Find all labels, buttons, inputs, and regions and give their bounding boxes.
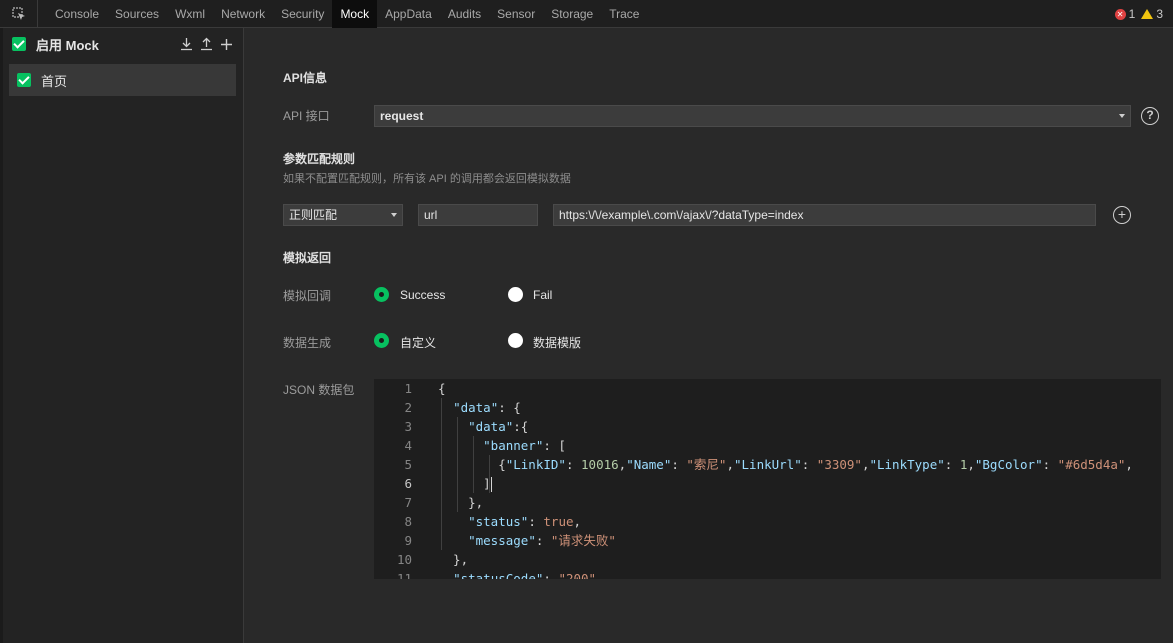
api-interface-select[interactable]: request: [374, 105, 1131, 127]
add-match-rule-icon[interactable]: +: [1113, 206, 1131, 224]
match-mode-select[interactable]: 正则匹配: [283, 204, 403, 226]
line-number: 8: [404, 514, 412, 529]
mock-rules-sidebar: 启用 Mock 首页: [0, 28, 244, 643]
match-key-input[interactable]: url: [418, 204, 538, 226]
callback-fail-label: Fail: [533, 288, 553, 302]
generate-custom-label: 自定义: [400, 336, 437, 350]
match-value-input[interactable]: https:\/\/example\.com\/ajax\/?dataType=…: [553, 204, 1096, 226]
warning-count-badge[interactable]: 3: [1141, 7, 1163, 21]
inspect-element-icon[interactable]: [0, 0, 38, 28]
tab-sensor[interactable]: Sensor: [489, 0, 543, 28]
tab-mock[interactable]: Mock: [332, 0, 378, 28]
code-line: {"LinkID": 10016,"Name": "索尼","LinkUrl":…: [438, 457, 1133, 472]
line-number: 5: [404, 457, 412, 472]
tab-storage[interactable]: Storage: [543, 0, 601, 28]
tab-audits[interactable]: Audits: [440, 0, 489, 28]
rule-enabled-checkbox[interactable]: [17, 73, 31, 87]
tab-wxml[interactable]: Wxml: [167, 0, 213, 28]
code-line: "status": true,: [468, 514, 582, 529]
generate-template-label: 数据模版: [533, 336, 582, 350]
match-rule-hint: 如果不配置匹配规则，所有该 API 的调用都会返回模拟数据: [283, 173, 571, 185]
code-line: },: [438, 552, 469, 567]
json-data-label: JSON 数据包: [283, 383, 355, 397]
line-number: 11: [396, 571, 412, 579]
line-number: 6: [404, 476, 412, 491]
generate-template-radio[interactable]: [508, 333, 523, 348]
import-icon[interactable]: [178, 35, 194, 53]
generate-custom-radio[interactable]: [374, 333, 389, 348]
warning-icon: [1141, 9, 1154, 19]
code-line: },: [438, 495, 484, 510]
match-rule-title: 参数匹配规则: [283, 152, 356, 166]
panel-edge: [0, 28, 3, 643]
line-number: 9: [404, 533, 412, 548]
callback-label: 模拟回调: [283, 289, 332, 303]
error-count-badge[interactable]: ✕ 1: [1114, 7, 1135, 21]
mock-rule-editor: API信息 API 接口 request ? 参数匹配规则 如果不配置匹配规则，…: [245, 28, 1173, 643]
text-cursor: [490, 477, 492, 492]
tab-sources[interactable]: Sources: [107, 0, 167, 28]
line-number: 2: [404, 400, 412, 415]
chevron-down-icon: [1119, 114, 1125, 118]
add-rule-icon[interactable]: [218, 35, 234, 53]
error-icon: ✕: [1114, 8, 1126, 20]
line-number-gutter: 1 2 3 4 5 6 7 8 9 10 11: [374, 379, 422, 579]
code-line: "banner": [: [483, 438, 566, 453]
devtools-tab-bar: Console Sources Wxml Network Security Mock App…: [0, 0, 1173, 28]
callback-success-radio[interactable]: [374, 287, 389, 302]
callback-fail-radio[interactable]: [508, 287, 523, 302]
code-line: "data": {: [453, 400, 521, 415]
line-number: 10: [396, 552, 412, 567]
mock-return-title: 模拟返回: [283, 251, 332, 265]
export-icon[interactable]: [198, 35, 214, 53]
code-line: "message": "请求失败": [468, 533, 616, 548]
code-line: "data":{: [468, 419, 529, 434]
tab-security[interactable]: Security: [273, 0, 332, 28]
chevron-down-icon: [391, 213, 397, 217]
line-number: 4: [404, 438, 412, 453]
help-icon[interactable]: ?: [1141, 107, 1159, 125]
enable-mock-header: 启用 Mock: [12, 33, 236, 55]
code-line: "statusCode": "200": [453, 571, 597, 579]
tab-console[interactable]: Console: [47, 0, 107, 28]
code-line: {: [438, 381, 446, 396]
enable-mock-label: 启用 Mock: [36, 37, 99, 53]
api-info-title: API信息: [283, 71, 328, 85]
line-number: 1: [404, 381, 412, 396]
code-line: ]: [438, 476, 492, 492]
tab-network[interactable]: Network: [213, 0, 273, 28]
line-number: 3: [404, 419, 412, 434]
tab-trace[interactable]: Trace: [601, 0, 647, 28]
tab-appdata[interactable]: AppData: [377, 0, 440, 28]
api-interface-label: API 接口: [283, 109, 330, 123]
line-number: 7: [404, 495, 412, 510]
json-code-editor[interactable]: 1 2 3 4 5 6 7 8 9 10 11 { "data": { "data":{ "bann…: [374, 379, 1161, 579]
callback-success-label: Success: [400, 288, 446, 302]
enable-mock-checkbox[interactable]: [12, 37, 26, 51]
data-generate-label: 数据生成: [283, 336, 332, 350]
rule-label: 首页: [41, 73, 68, 89]
mock-rule-item-home[interactable]: 首页: [9, 64, 236, 96]
